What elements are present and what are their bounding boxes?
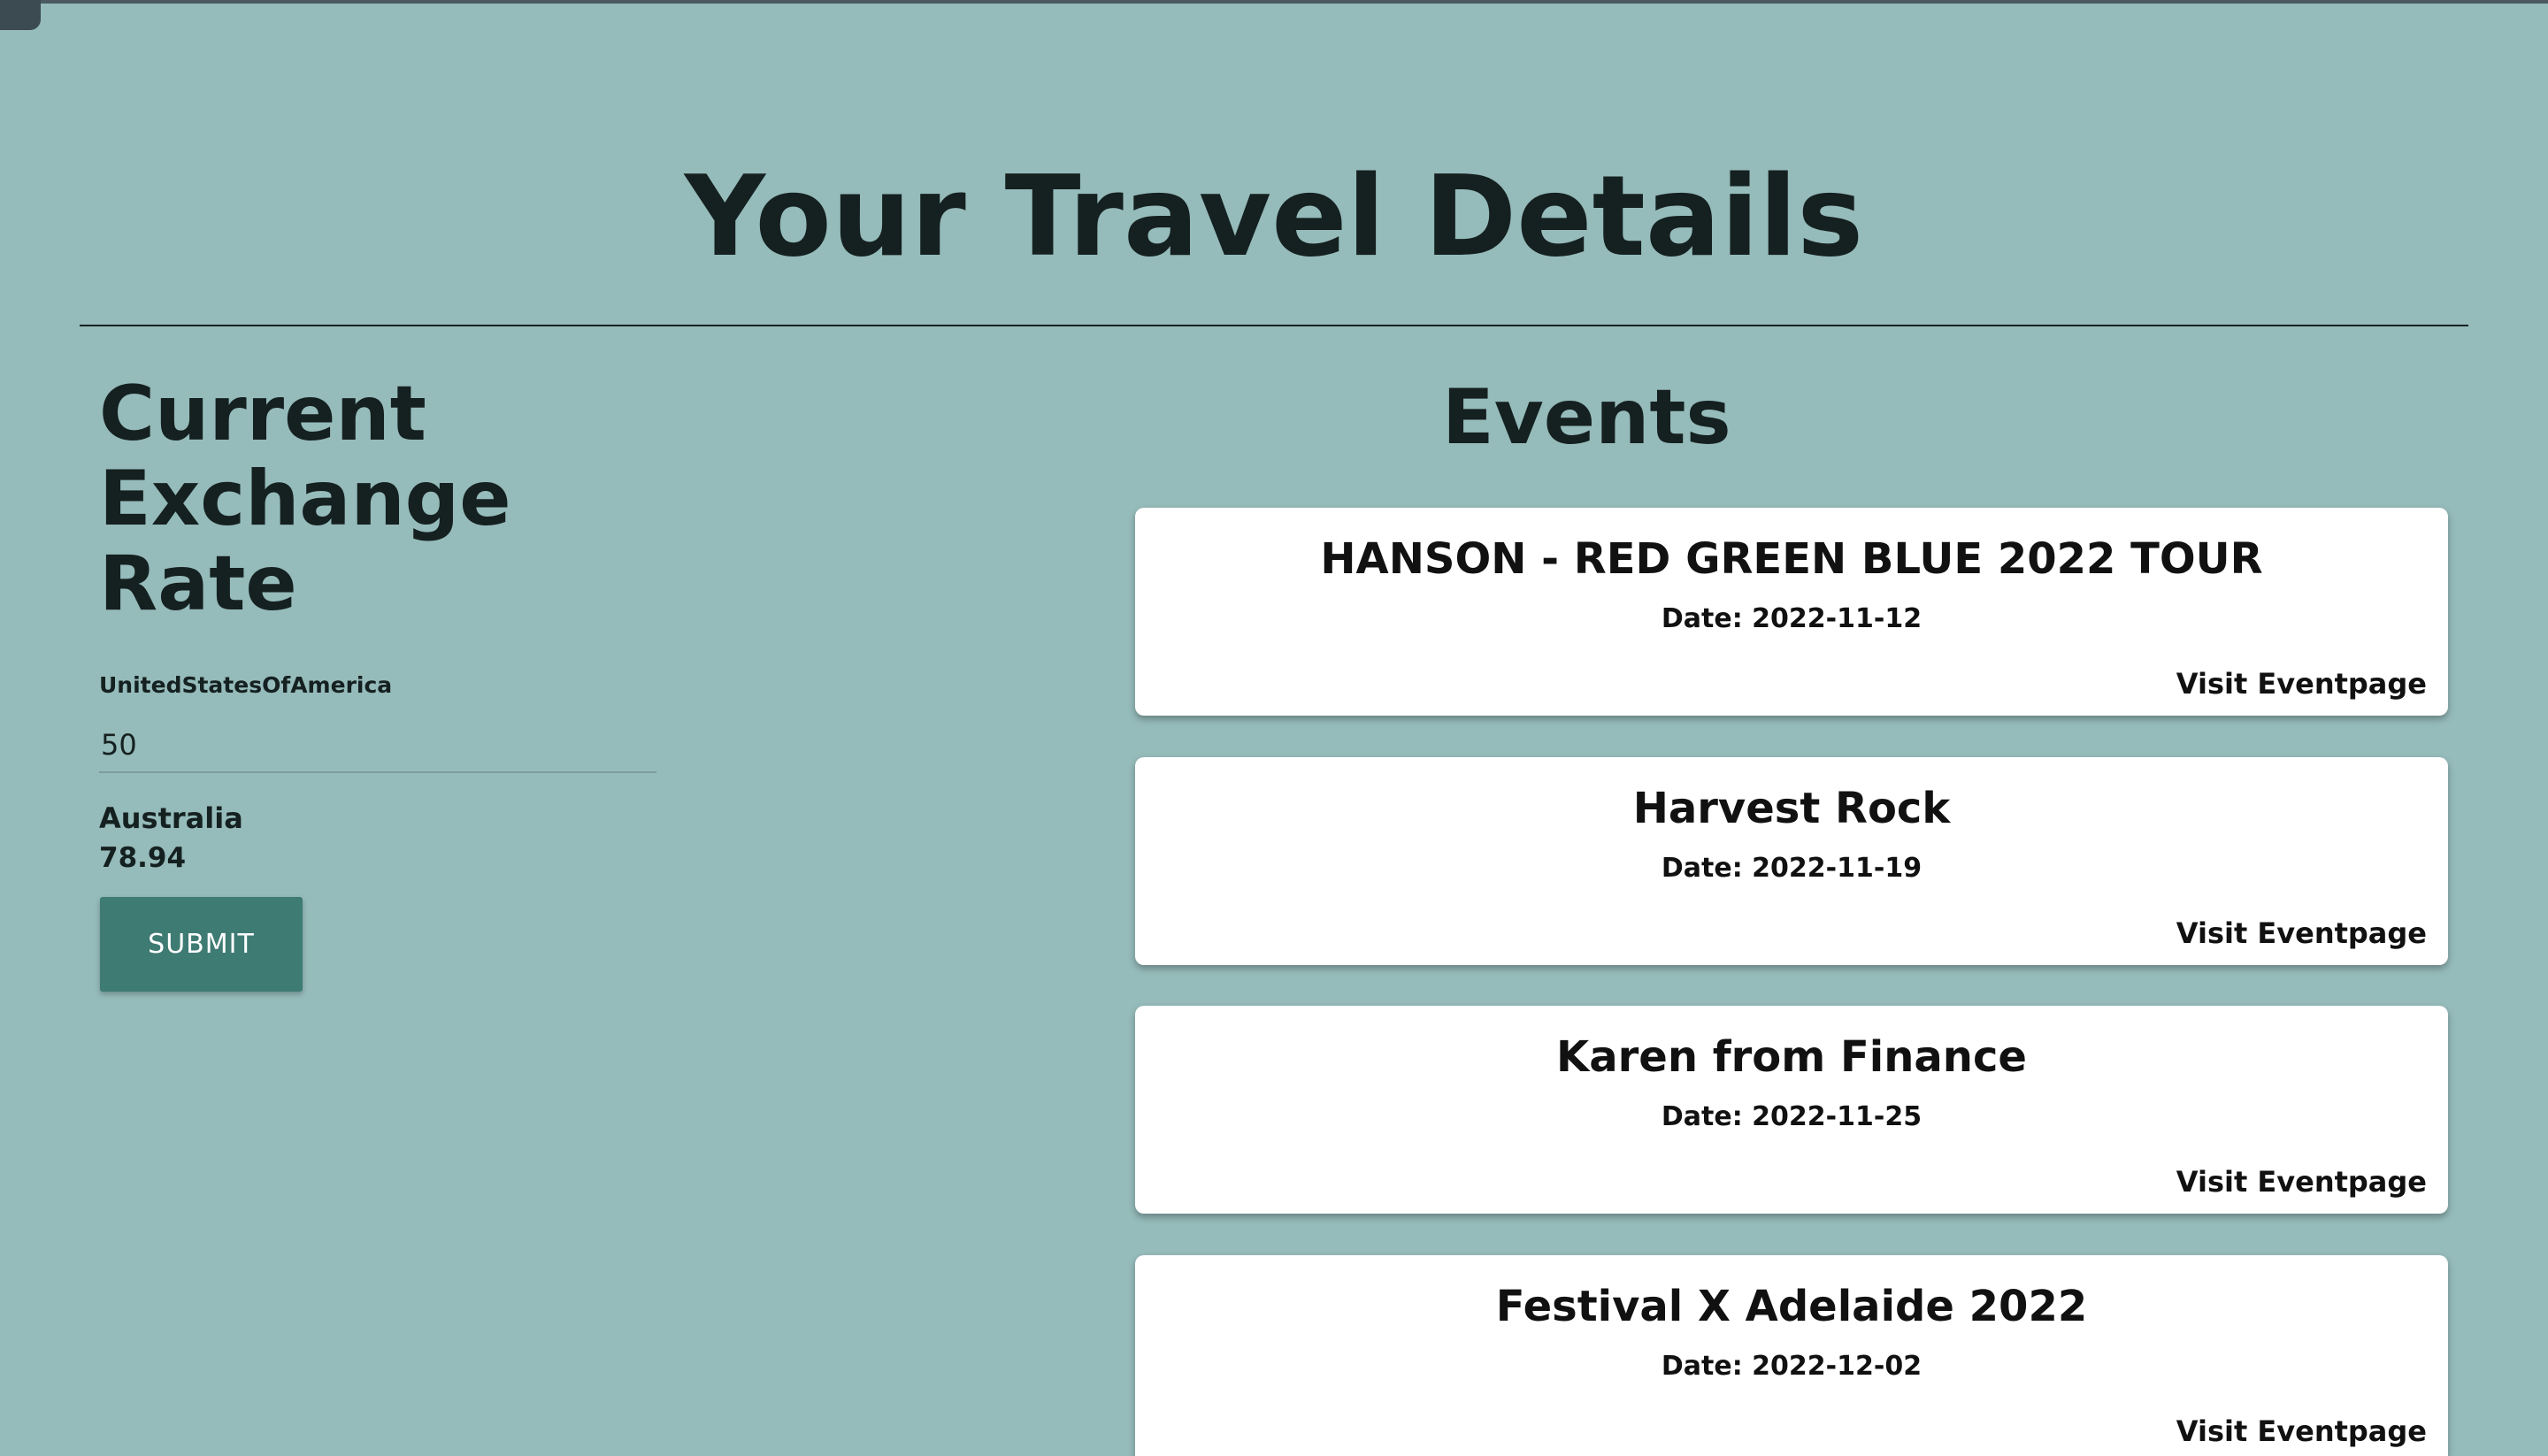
- converted-value: 78.94: [99, 842, 187, 874]
- visit-eventpage-link[interactable]: Visit Eventpage: [2176, 1165, 2427, 1199]
- visit-eventpage-link[interactable]: Visit Eventpage: [2176, 916, 2427, 950]
- events-heading: Events: [1442, 373, 1731, 462]
- visit-eventpage-link[interactable]: Visit Eventpage: [2176, 1414, 2427, 1448]
- event-date: Date: 2022-11-12: [1661, 603, 1923, 634]
- from-country-label: UnitedStatesOfAmerica: [99, 672, 393, 698]
- header-divider: [80, 325, 2468, 326]
- window-top-border: [0, 0, 2548, 4]
- visit-eventpage-link[interactable]: Visit Eventpage: [2176, 667, 2427, 701]
- amount-input[interactable]: [99, 718, 656, 773]
- event-name: Harvest Rock: [1632, 784, 1951, 833]
- event-card: HANSON - RED GREEN BLUE 2022 TOUR Date: …: [1135, 508, 2448, 716]
- event-card: Festival X Adelaide 2022 Date: 2022-12-0…: [1135, 1255, 2448, 1456]
- submit-button[interactable]: SUBMIT: [100, 897, 303, 992]
- event-date: Date: 2022-11-19: [1661, 853, 1923, 884]
- event-name: Karen from Finance: [1556, 1032, 2027, 1082]
- event-name: Festival X Adelaide 2022: [1495, 1282, 2088, 1331]
- event-date: Date: 2022-11-25: [1661, 1101, 1923, 1132]
- event-name: HANSON - RED GREEN BLUE 2022 TOUR: [1320, 534, 2263, 584]
- event-date: Date: 2022-12-02: [1661, 1351, 1923, 1382]
- page-title: Your Travel Details: [684, 151, 1864, 281]
- exchange-heading: Current Exchange Rate: [99, 370, 511, 628]
- event-card: Karen from Finance Date: 2022-11-25 Visi…: [1135, 1006, 2448, 1214]
- to-country-label: Australia: [99, 801, 243, 835]
- corner-tab: [0, 0, 41, 30]
- event-card: Harvest Rock Date: 2022-11-19 Visit Even…: [1135, 757, 2448, 965]
